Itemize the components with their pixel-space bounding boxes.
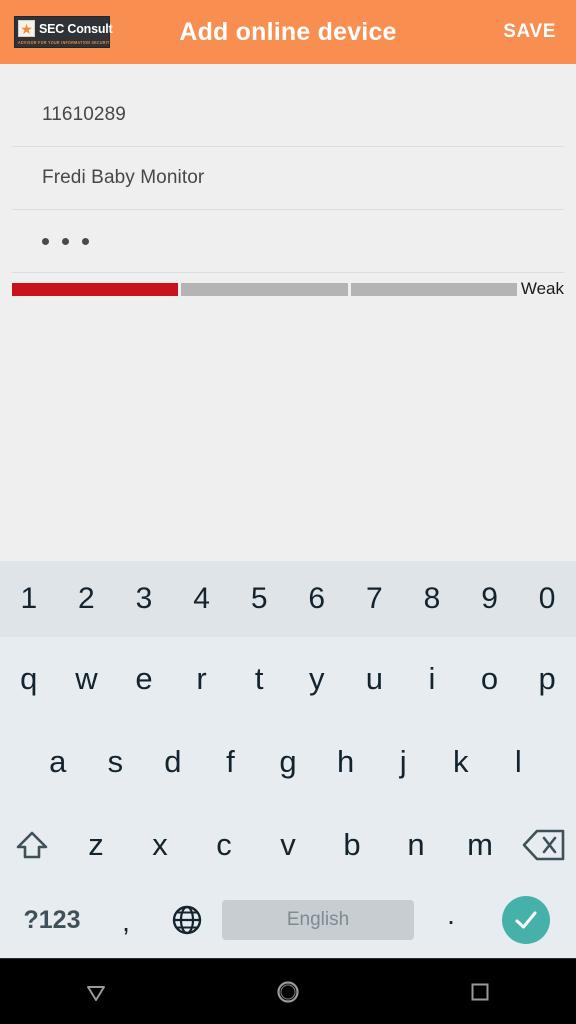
- key-8[interactable]: 8: [403, 561, 461, 637]
- strength-segment-3: [350, 282, 517, 296]
- key-w[interactable]: w: [58, 637, 116, 720]
- key-period[interactable]: .: [418, 899, 484, 941]
- keyboard-row-zxcv: z x c v b n m: [0, 803, 576, 886]
- on-screen-keyboard: 1 2 3 4 5 6 7 8 9 0 q w e r t y u i o p …: [0, 561, 576, 958]
- key-h[interactable]: h: [317, 720, 375, 803]
- symbols-toggle-key[interactable]: ?123: [8, 906, 96, 935]
- keyboard-row-numbers: 1 2 3 4 5 6 7 8 9 0: [0, 561, 576, 637]
- key-x[interactable]: x: [128, 803, 192, 886]
- keyboard-row-asdf: a s d f g h j k l: [0, 720, 576, 803]
- android-navigation-bar: [0, 958, 576, 1024]
- password-masked-value: [42, 237, 89, 245]
- key-t[interactable]: t: [230, 637, 288, 720]
- device-id-field[interactable]: 11610289: [12, 84, 564, 147]
- key-j[interactable]: j: [374, 720, 432, 803]
- key-k[interactable]: k: [432, 720, 490, 803]
- globe-language-icon[interactable]: [156, 903, 218, 937]
- key-a[interactable]: a: [29, 720, 87, 803]
- password-strength-meter: Weak: [12, 279, 564, 299]
- key-comma[interactable]: ,: [96, 902, 156, 938]
- key-y[interactable]: y: [288, 637, 346, 720]
- key-z[interactable]: z: [64, 803, 128, 886]
- key-b[interactable]: b: [320, 803, 384, 886]
- key-u[interactable]: u: [346, 637, 404, 720]
- enter-confirm-key[interactable]: [484, 896, 568, 944]
- key-1[interactable]: 1: [0, 561, 58, 637]
- password-dot: [62, 237, 69, 245]
- key-4[interactable]: 4: [173, 561, 231, 637]
- save-button[interactable]: SAVE: [503, 21, 556, 43]
- checkmark-icon: [502, 896, 550, 944]
- key-5[interactable]: 5: [230, 561, 288, 637]
- key-f[interactable]: f: [202, 720, 260, 803]
- strength-bar-track: [12, 282, 517, 296]
- key-7[interactable]: 7: [346, 561, 404, 637]
- key-o[interactable]: o: [461, 637, 519, 720]
- key-r[interactable]: r: [173, 637, 231, 720]
- key-n[interactable]: n: [384, 803, 448, 886]
- key-q[interactable]: q: [0, 637, 58, 720]
- key-0[interactable]: 0: [518, 561, 576, 637]
- app-bar: SEC Consult ADVISOR FOR YOUR INFORMATION…: [0, 0, 576, 64]
- key-v[interactable]: v: [256, 803, 320, 886]
- triangle-down-back-icon[interactable]: [0, 959, 192, 1024]
- key-l[interactable]: l: [490, 720, 548, 803]
- strength-segment-2: [181, 282, 348, 296]
- key-d[interactable]: d: [144, 720, 202, 803]
- shift-arrow-up-icon[interactable]: [0, 803, 64, 886]
- key-c[interactable]: c: [192, 803, 256, 886]
- key-p[interactable]: p: [518, 637, 576, 720]
- circle-home-icon[interactable]: [192, 959, 384, 1024]
- square-recents-icon[interactable]: [384, 959, 576, 1024]
- key-i[interactable]: i: [403, 637, 461, 720]
- phone-screen: SEC Consult ADVISOR FOR YOUR INFORMATION…: [0, 0, 576, 1024]
- device-name-value: Fredi Baby Monitor: [42, 167, 205, 188]
- device-id-value: 11610289: [42, 104, 126, 125]
- key-3[interactable]: 3: [115, 561, 173, 637]
- password-field[interactable]: [12, 210, 564, 273]
- page-title: Add online device: [179, 17, 397, 46]
- space-key[interactable]: English: [222, 900, 414, 940]
- strength-label: Weak: [520, 279, 564, 298]
- backspace-delete-icon[interactable]: [512, 803, 576, 886]
- keyboard-row-qwerty: q w e r t y u i o p: [0, 637, 576, 720]
- strength-segment-1: [12, 282, 179, 296]
- device-name-field[interactable]: Fredi Baby Monitor: [12, 147, 564, 210]
- keyboard-row-bottom: ?123 , English .: [0, 886, 576, 958]
- key-g[interactable]: g: [259, 720, 317, 803]
- key-e[interactable]: e: [115, 637, 173, 720]
- key-6[interactable]: 6: [288, 561, 346, 637]
- key-m[interactable]: m: [448, 803, 512, 886]
- password-dot: [82, 237, 89, 245]
- device-form: 11610289 Fredi Baby Monitor Weak: [0, 64, 576, 561]
- key-9[interactable]: 9: [461, 561, 519, 637]
- password-dot: [42, 237, 49, 245]
- key-s[interactable]: s: [87, 720, 145, 803]
- key-2[interactable]: 2: [58, 561, 116, 637]
